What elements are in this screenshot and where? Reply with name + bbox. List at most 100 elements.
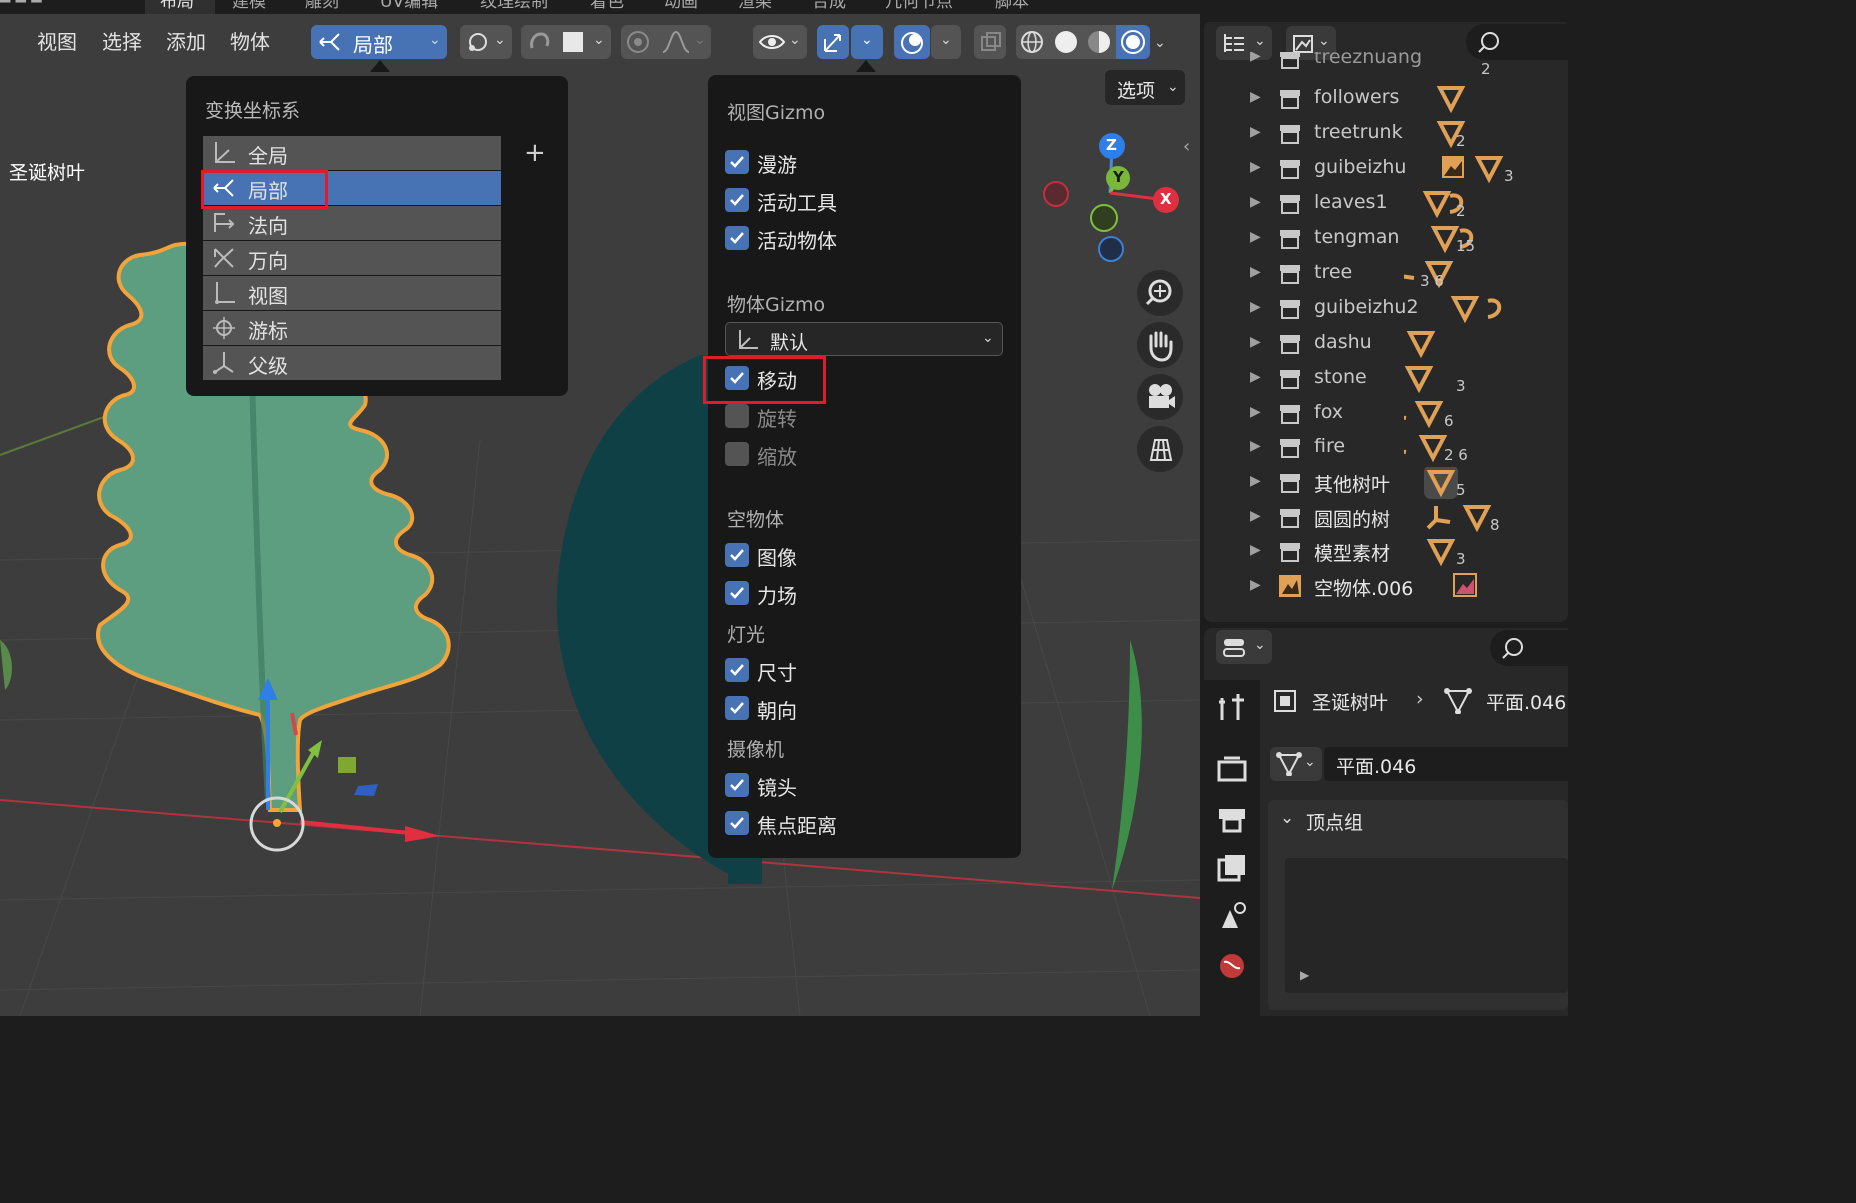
expand-arrow-icon[interactable]: ▶ <box>1250 473 1261 489</box>
menu-view[interactable]: 视图 <box>37 26 77 55</box>
light-size-checkbox[interactable] <box>725 658 749 682</box>
active-tools-checkbox[interactable] <box>725 188 749 212</box>
tab-scripting[interactable]: 脚本 <box>995 0 1035 14</box>
outliner-row[interactable]: ▶ leaves1 2 <box>1204 186 1568 221</box>
perspective-toggle-button[interactable] <box>1137 426 1183 472</box>
force-field-checkbox[interactable] <box>725 581 749 605</box>
vertex-group-list[interactable]: ▶ <box>1285 858 1568 993</box>
outliner-row[interactable]: ▶ fox 6 <box>1204 396 1568 431</box>
expand-arrow-icon[interactable]: ▶ <box>1250 194 1261 210</box>
mesh-name-field[interactable]: 平面.046 <box>1324 747 1568 781</box>
tab-sculpting[interactable]: 雕刻 <box>305 0 355 14</box>
tab-compositing[interactable]: 合成 <box>812 0 852 14</box>
rotate-gizmo-checkbox[interactable] <box>725 404 749 428</box>
menu-object[interactable]: 物体 <box>230 26 270 55</box>
proportional-editing-controls[interactable]: ⌄ <box>621 25 711 59</box>
tab-uv-editing[interactable]: UV编辑 <box>380 0 450 14</box>
orientation-normal[interactable]: 法向 <box>203 206 501 240</box>
expand-arrow-icon[interactable]: ▶ <box>1250 89 1261 105</box>
output-properties-icon[interactable] <box>1216 803 1248 835</box>
add-orientation-button[interactable]: + <box>524 138 546 168</box>
tab-geometry-nodes[interactable]: 几何节点 <box>885 0 965 14</box>
wireframe-shading-icon[interactable] <box>1019 29 1045 55</box>
world-properties-icon[interactable] <box>1216 950 1248 982</box>
visibility-dropdown[interactable]: ⌄ <box>753 25 807 59</box>
pivot-point-dropdown[interactable]: ⌄ <box>460 25 512 59</box>
camera-view-button[interactable] <box>1137 374 1183 420</box>
light-direction-checkbox[interactable] <box>725 696 749 720</box>
expand-arrow-icon[interactable]: ▶ <box>1250 52 1261 64</box>
material-shading-icon[interactable] <box>1086 29 1112 55</box>
expand-arrow-icon[interactable]: ▶ <box>1250 438 1261 454</box>
outliner-row[interactable]: ▶ treezhuang 2 <box>1204 52 1568 74</box>
expand-arrow-icon[interactable]: ▶ <box>1250 229 1261 245</box>
tab-animation[interactable]: 动画 <box>664 0 704 14</box>
solid-shading-icon[interactable] <box>1053 29 1079 55</box>
expand-arrow-icon[interactable]: ▶ <box>1250 299 1261 315</box>
tab-modeling[interactable]: 建模 <box>232 0 282 14</box>
outliner-row[interactable]: ▶ 圆圆的树 8 <box>1204 500 1568 535</box>
panel-collapse-toggle[interactable]: ⌄ <box>1280 808 1294 828</box>
xray-toggle-button[interactable] <box>974 25 1006 59</box>
orientation-cursor[interactable]: 游标 <box>203 311 501 345</box>
outliner-row[interactable]: ▶ tengman 15 <box>1204 221 1568 256</box>
outliner-row[interactable]: ▶ stone 3 <box>1204 361 1568 396</box>
outliner-row[interactable]: ▶ treetrunk 2 <box>1204 116 1568 151</box>
vertex-groups-title[interactable]: 顶点组 <box>1306 808 1363 835</box>
snap-controls[interactable]: ⌄ <box>521 25 611 59</box>
mesh-browse-dropdown[interactable]: ⌄ <box>1270 747 1322 781</box>
zoom-button[interactable] <box>1137 270 1183 316</box>
outliner-row[interactable]: ▶ 空物体.006 <box>1204 569 1568 604</box>
tab-texture-paint[interactable]: 纹理绘制 <box>480 0 560 14</box>
transform-orientation-dropdown[interactable]: 局部 ⌄ <box>311 25 447 59</box>
menu-select[interactable]: 选择 <box>102 26 142 55</box>
camera-lens-checkbox[interactable] <box>725 773 749 797</box>
tab-layout[interactable]: 布局 <box>145 0 215 14</box>
active-object-checkbox[interactable] <box>725 226 749 250</box>
expand-arrow-icon[interactable]: ▶ <box>1250 404 1261 420</box>
expand-arrow-icon[interactable]: ▶ <box>1250 577 1261 593</box>
expand-arrow-icon[interactable]: ▶ <box>1250 264 1261 280</box>
outliner-row[interactable]: ▶ guibeizhu 3 <box>1204 151 1568 186</box>
sidebar-toggle-icon[interactable]: ‹ <box>1183 136 1190 157</box>
outliner-row[interactable]: ▶ 其他树叶 5 <box>1204 465 1568 500</box>
tab-shading[interactable]: 着色 <box>590 0 630 14</box>
object-gizmo-orientation-dropdown[interactable]: 默认 ⌄ <box>725 322 1003 356</box>
outliner-row[interactable]: ▶ fire 2 6 <box>1204 430 1568 465</box>
scene-properties-icon[interactable] <box>1216 900 1248 932</box>
topbar-menu-fragment[interactable]: ━ ━ ━ <box>0 0 110 14</box>
options-dropdown[interactable]: 选项 ⌄ <box>1105 70 1185 105</box>
expand-arrow-icon[interactable]: ▶ <box>1250 159 1261 175</box>
outliner-row[interactable]: ▶ followers <box>1204 81 1568 116</box>
gizmo-toggle-button[interactable] <box>817 25 849 59</box>
expand-arrow-icon[interactable]: ▶ <box>1250 542 1261 558</box>
gizmo-options-dropdown[interactable]: ⌄ <box>851 25 883 59</box>
overlays-options-dropdown[interactable]: ⌄ <box>931 25 961 59</box>
orientation-global[interactable]: 全局 <box>203 136 501 170</box>
tool-settings-icon[interactable] <box>1216 690 1248 722</box>
expand-arrow-icon[interactable]: ▶ <box>1250 124 1261 140</box>
menu-add[interactable]: 添加 <box>166 26 206 55</box>
properties-search-field[interactable] <box>1490 630 1568 666</box>
editor-type-dropdown[interactable]: ⌄ <box>1216 630 1272 664</box>
shading-options-dropdown[interactable]: ⌄ <box>1154 32 1166 51</box>
outliner-row[interactable]: ▶ guibeizhu2 <box>1204 291 1568 326</box>
focus-distance-checkbox[interactable] <box>725 811 749 835</box>
rendered-shading-button[interactable] <box>1116 25 1150 59</box>
outliner-row[interactable]: ▶ 模型素材 3 <box>1204 534 1568 569</box>
orientation-gimbal[interactable]: 万向 <box>203 241 501 275</box>
navigate-checkbox[interactable] <box>725 150 749 174</box>
orientation-view[interactable]: 视图 <box>203 276 501 310</box>
outliner-row[interactable]: ▶ tree 3 6 <box>1204 256 1568 291</box>
expand-arrow-icon[interactable]: ▶ <box>1250 508 1261 524</box>
overlays-toggle-button[interactable] <box>894 25 930 59</box>
orientation-parent[interactable]: 父级 <box>203 346 501 380</box>
expand-arrow-icon[interactable]: ▶ <box>1250 369 1261 385</box>
scale-gizmo-checkbox[interactable] <box>725 442 749 466</box>
pan-button[interactable] <box>1137 322 1183 368</box>
outliner-row[interactable]: ▶ dashu <box>1204 326 1568 361</box>
expand-arrow-icon[interactable]: ▶ <box>1250 334 1261 350</box>
tab-rendering[interactable]: 渲染 <box>738 0 778 14</box>
list-resize-icon[interactable]: ▶ <box>1300 968 1309 982</box>
image-checkbox[interactable] <box>725 543 749 567</box>
